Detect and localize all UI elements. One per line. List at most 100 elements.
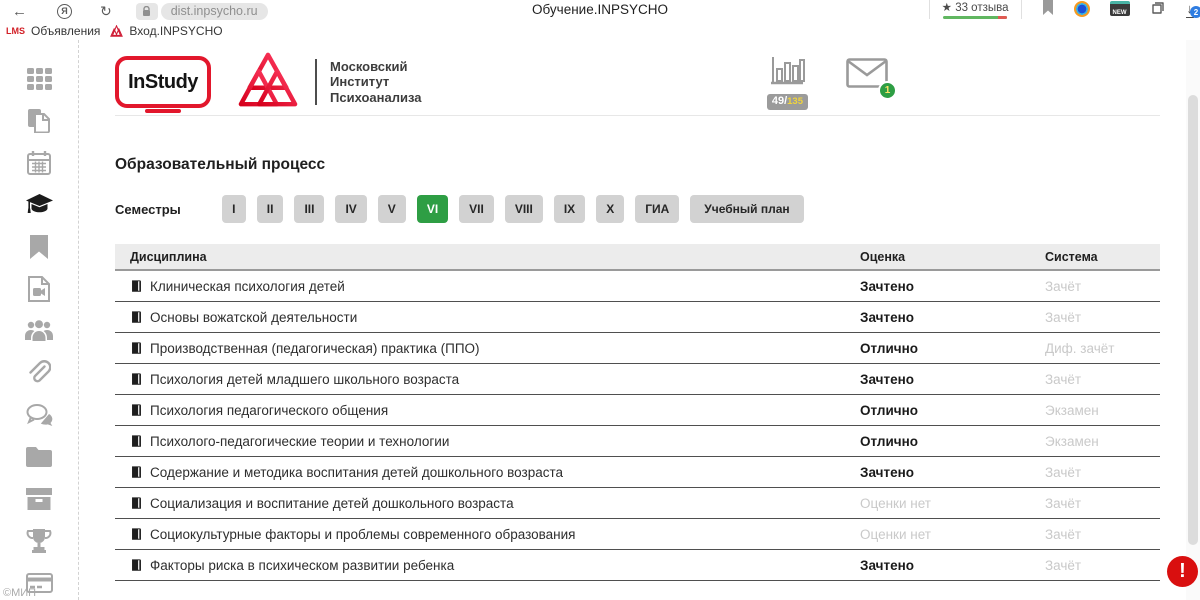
grades-table: Дисциплина Оценка Система Клиническая пс… [115,244,1160,581]
mail-button[interactable]: 1 [846,58,888,93]
semester-button-I[interactable]: I [222,195,246,223]
system-value: Зачёт [1045,310,1160,325]
table-row[interactable]: Психология детей младшего школьного возр… [115,364,1160,395]
bookmark-login-inpsycho[interactable]: Вход.INPSYCHO [110,24,222,38]
sidebar-item-documents[interactable] [26,108,52,133]
grade-value: Зачтено [860,372,1045,387]
table-row[interactable]: Факторы риска в психическом развитии реб… [115,550,1160,581]
bookmarks-bar: LMS Объявления Вход.INPSYCHO [0,22,1200,40]
semester-button-ГИА[interactable]: ГИА [635,195,679,223]
sidebar-item-achievements[interactable] [26,528,52,553]
sidebar-item-video[interactable] [26,276,52,301]
semester-button-VII[interactable]: VII [459,195,494,223]
grade-value: Зачтено [860,310,1045,325]
scrollbar-thumb[interactable] [1188,95,1198,545]
lock-icon[interactable] [136,3,158,20]
semester-button-IV[interactable]: IV [335,195,366,223]
sidebar-item-group[interactable] [26,318,52,343]
bookmark-flag-icon[interactable] [1042,0,1054,15]
toolbar-extensions: ★ 33 отзыва NEW ↓ 2 [929,0,1194,19]
semester-button-II[interactable]: II [257,195,284,223]
table-row[interactable]: Основы вожатской деятельности Зачтено За… [115,302,1160,333]
page-title: Образовательный процесс [115,156,1160,174]
table-row[interactable]: Производственная (педагогическая) практи… [115,333,1160,364]
system-value: Диф. зачёт [1045,341,1160,356]
table-row[interactable]: Психология педагогического общения Отлич… [115,395,1160,426]
column-grade: Оценка [860,250,1045,264]
system-value: Зачёт [1045,558,1160,573]
semester-selector: Семестры IIIIIIIVVVIVIIVIIIIXXГИАУчебный… [115,195,1160,223]
mip-favicon [110,25,123,37]
sidebar-item-dashboard[interactable] [26,66,52,91]
alert-notification-icon[interactable]: ! [1167,556,1198,587]
sidebar-item-education[interactable] [26,192,52,217]
grade-value: Оценки нет [860,527,1045,542]
star-icon: ★ [942,2,952,14]
column-system: Система [1045,250,1160,264]
book-icon [130,403,143,417]
back-icon[interactable]: ← [12,4,27,19]
semesters-label: Семестры [115,202,181,217]
discipline-name: Клиническая психология детей [150,279,345,294]
discipline-name: Социализация и воспитание детей дошкольн… [150,496,514,511]
sidebar-item-attachments[interactable] [26,360,52,385]
header-icons: 49/135 1 [767,55,888,110]
refresh-icon[interactable]: ↻ [100,4,112,18]
grade-value: Отлично [860,341,1045,356]
browser-toolbar: ← Я ↻ dist.inpsycho.ru Обучение.INPSYCHO… [0,0,1200,22]
sidebar-item-files[interactable] [26,444,52,469]
system-value: Зачёт [1045,496,1160,511]
book-icon [130,558,143,572]
semester-button-IX[interactable]: IX [554,195,585,223]
table-row[interactable]: Содержание и методика воспитания детей д… [115,457,1160,488]
semester-button-VI[interactable]: VI [417,195,448,223]
semester-button-III[interactable]: III [294,195,324,223]
book-icon [130,279,143,293]
semester-buttons: IIIIIIIVVVIVIIVIIIIXXГИАУчебный план [222,195,804,223]
system-value: Зачёт [1045,372,1160,387]
table-row[interactable]: Психолого-педагогические теории и технол… [115,426,1160,457]
sidebar: ©МИП [0,40,79,600]
bookmark-icon [30,235,48,259]
book-icon [130,527,143,541]
sidebar-item-messages[interactable] [26,402,52,427]
table-row[interactable]: Клиническая психология детей Зачтено Зач… [115,271,1160,302]
semester-button-VIII[interactable]: VIII [505,195,543,223]
url-field[interactable]: dist.inpsycho.ru [161,3,268,20]
progress-stats-button[interactable]: 49/135 [767,55,808,110]
grade-value: Зачтено [860,465,1045,480]
downloads-count-badge: 2 [1190,6,1200,18]
downloads-button[interactable]: ↓ 2 [1186,0,1195,18]
semester-button-V[interactable]: V [378,195,406,223]
progress-badge: 49/135 [767,94,808,110]
table-row[interactable]: Социокультурные факторы и проблемы совре… [115,519,1160,550]
instudy-logo[interactable]: InStudy [115,56,211,108]
grade-value: Отлично [860,434,1045,449]
book-icon [130,465,143,479]
discipline-name: Факторы риска в психическом развитии реб… [150,558,454,573]
yandex-mode-icon[interactable]: Я [57,4,72,19]
calendar-icon [27,151,51,175]
bookmark-announcements[interactable]: LMS Объявления [6,24,100,38]
archive-icon [26,488,52,510]
semester-button-Учебный-план[interactable]: Учебный план [690,195,803,223]
discipline-name: Основы вожатской деятельности [150,310,357,325]
documents-icon [27,108,51,133]
extension-circle-icon[interactable] [1074,1,1090,17]
table-row[interactable]: Социализация и воспитание детей дошкольн… [115,488,1160,519]
book-icon [130,341,143,355]
system-value: Экзамен [1045,403,1160,418]
extension-new-icon[interactable]: NEW [1110,1,1130,16]
collections-icon[interactable] [1150,0,1166,15]
sidebar-item-calendar[interactable] [26,150,52,175]
main-content: InStudy Московский Институт Психоана [79,40,1200,600]
bar-chart-icon [769,55,805,92]
grade-value: Оценки нет [860,496,1045,511]
sidebar-item-archive[interactable] [26,486,52,511]
reviews-widget[interactable]: ★ 33 отзыва [929,0,1022,19]
discipline-name: Содержание и методика воспитания детей д… [150,465,563,480]
system-value: Экзамен [1045,434,1160,449]
scrollbar[interactable] [1186,30,1200,600]
sidebar-item-bookmarks[interactable] [26,234,52,259]
semester-button-X[interactable]: X [596,195,624,223]
